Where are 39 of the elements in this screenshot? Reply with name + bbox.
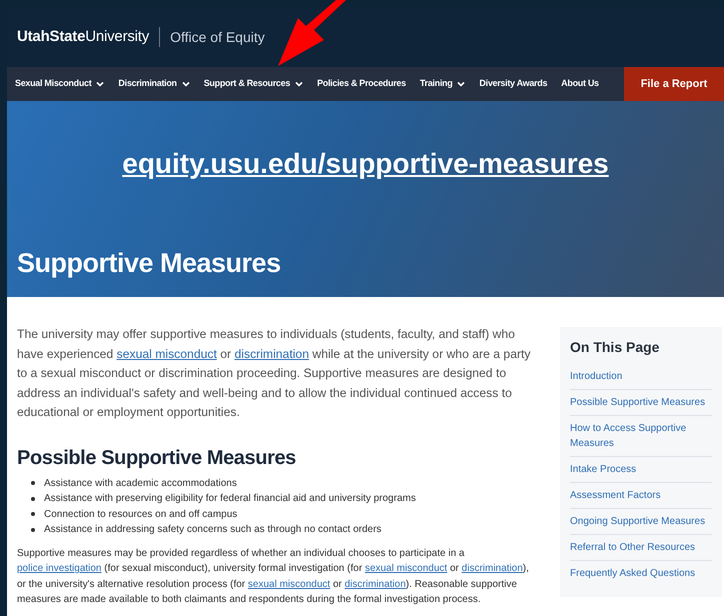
nav-item[interactable]: Diversity Awards	[479, 77, 548, 91]
panel-heading: On This Page	[570, 338, 660, 357]
bullet-icon	[31, 512, 35, 516]
bullet-text: Assistance with academic accommodations	[44, 476, 237, 491]
intro-paragraph: The university may offer supportive measures to individuals (students, faculty, and staff) who have experienced sexual misconduct or discrimination while at the university or who are a party to a sexual misconduct or discrimination proceeding. Supportive measures are designed to address an individual's safety and well-being and to allow the individual continued access to educational or employment opportunities.	[17, 326, 532, 421]
bullet-text: Connection to resources on and off campus	[44, 508, 238, 522]
nav-item[interactable]: Policies & Procedures	[317, 77, 406, 91]
page-section-link[interactable]: How to Access Supportive Measures	[570, 416, 712, 457]
bullet-icon	[31, 481, 35, 486]
file-report-button[interactable]: File a Report	[624, 67, 724, 101]
text-link[interactable]: discrimination	[234, 346, 309, 360]
department-name[interactable]: Office of Equity	[170, 26, 265, 48]
url-link[interactable]: equity.usu.edu/supportive-measures	[122, 143, 609, 185]
text-link[interactable]: sexual misconduct	[364, 563, 448, 574]
page-section-link[interactable]: Introduction	[570, 364, 712, 390]
page-section-link[interactable]: Frequently Asked Questions	[570, 561, 712, 586]
text-link[interactable]: police investigation	[17, 563, 102, 574]
page-section-link[interactable]: Ongoing Supportive Measures	[570, 509, 712, 535]
page-section-link[interactable]: Assessment Factors	[570, 483, 712, 509]
page-title: Supportive Measures	[17, 247, 282, 280]
text-link[interactable]: discrimination	[462, 563, 523, 574]
page-section-link[interactable]: Referral to Other Resources	[570, 535, 712, 561]
bullet-text: Assistance in addressing safety concerns such as through no contact orders	[44, 523, 382, 538]
nav-item[interactable]: Training	[420, 77, 466, 91]
text-link[interactable]: discrimination	[344, 578, 406, 590]
nav-item[interactable]: Support & Resources	[204, 77, 304, 91]
bullet-icon	[31, 528, 35, 532]
page-section-link[interactable]: Intake Process	[570, 457, 712, 483]
section-heading: Possible Supportive Measures	[17, 446, 297, 470]
text-link[interactable]: sexual misconduct	[248, 578, 330, 590]
nav-item[interactable]: Discrimination	[118, 77, 190, 91]
university-logo[interactable]: UtahStateUniversity	[17, 26, 150, 48]
nav-item[interactable]: About Us	[561, 77, 599, 91]
bullet-text: Assistance with preserving eligibility for federal financial aid and university programs	[44, 492, 416, 506]
text-link[interactable]: sexual misconduct	[116, 346, 217, 360]
nav-item[interactable]: Sexual Misconduct	[15, 77, 104, 91]
body-paragraph: Supportive measures may be provided regardless of whether an individual chooses to participate in a police investigation (for sexual misconduct), university formal investigation (for sexual misconduct or discrimination), or the university's alternative resolution process (for sexual misconduct or discrimination). Reasonable supportive measures are made available to both claimants and respondents during the formal investigation process.	[17, 546, 530, 607]
page-section-link[interactable]: Possible Supportive Measures	[570, 390, 712, 416]
bullet-icon	[31, 496, 35, 501]
